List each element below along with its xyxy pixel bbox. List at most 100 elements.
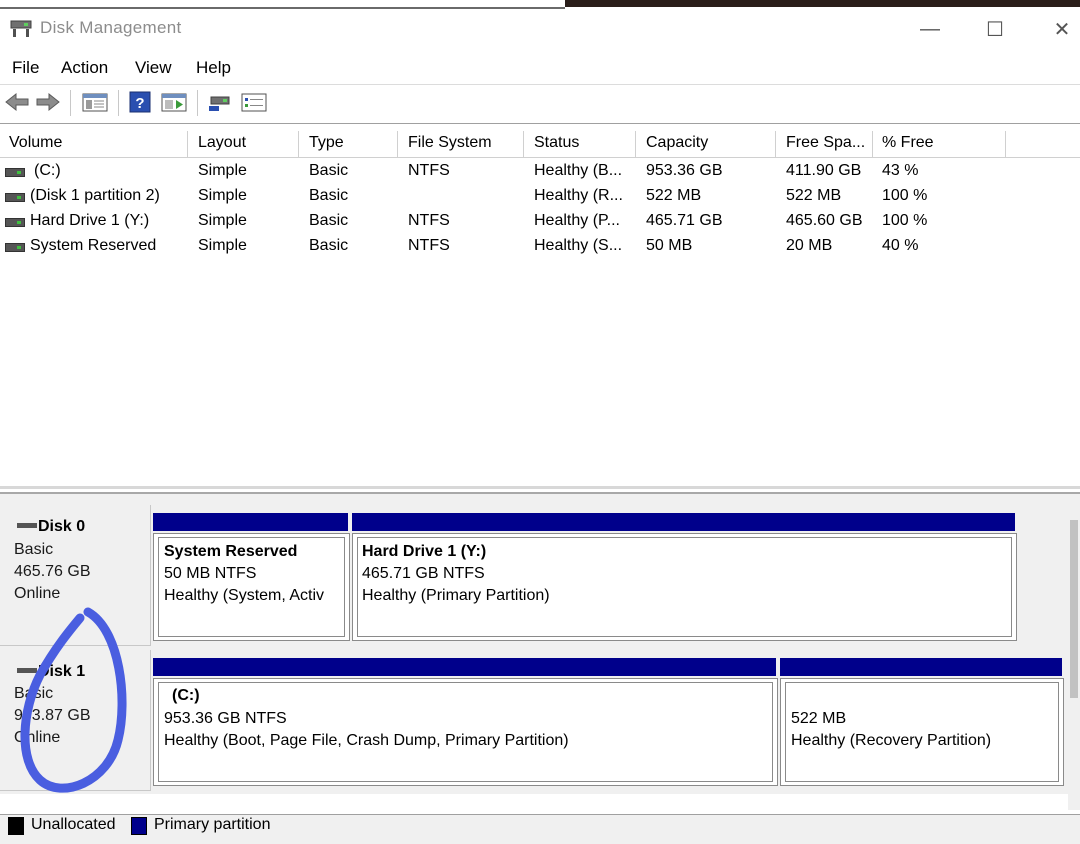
title-bar-top-border bbox=[0, 7, 565, 9]
legend-label-unallocated: Unallocated bbox=[31, 816, 116, 833]
column-header-volume[interactable]: Volume bbox=[9, 134, 62, 152]
maximize-button[interactable]: ☐ bbox=[975, 14, 1015, 44]
legend-swatch-primary bbox=[131, 817, 147, 835]
cell-type: Basic bbox=[309, 212, 349, 229]
connect-disk-icon[interactable] bbox=[207, 91, 233, 113]
menu-file[interactable]: File bbox=[12, 58, 39, 78]
column-header-type[interactable]: Type bbox=[309, 134, 344, 152]
cell-file-system: NTFS bbox=[408, 162, 450, 179]
disk-management-app-icon bbox=[10, 20, 32, 37]
properties-pane-icon[interactable] bbox=[161, 91, 187, 113]
cell-volume: (C:) bbox=[34, 162, 61, 179]
partition-status: Healthy (Primary Partition) bbox=[362, 587, 550, 604]
drive-icon bbox=[5, 243, 25, 252]
legend-swatch-unallocated bbox=[8, 817, 24, 835]
help-icon[interactable]: ? bbox=[129, 91, 151, 113]
cell-capacity: 50 MB bbox=[646, 237, 693, 254]
cell-percent-free: 100 % bbox=[882, 187, 928, 204]
partition-size: 953.36 GB NTFS bbox=[164, 710, 287, 727]
column-header-percent-free[interactable]: % Free bbox=[882, 134, 934, 152]
column-header-capacity[interactable]: Capacity bbox=[646, 134, 708, 152]
partition-status: Healthy (System, Activ bbox=[164, 587, 325, 604]
cell-volume: System Reserved bbox=[30, 237, 157, 254]
cell-type: Basic bbox=[309, 162, 349, 179]
cell-volume: (Disk 1 partition 2) bbox=[30, 187, 160, 204]
cell-file-system: NTFS bbox=[408, 212, 450, 229]
disk-state: Online bbox=[14, 585, 61, 602]
disk-state: Online bbox=[14, 729, 61, 746]
cell-status: Healthy (B... bbox=[534, 162, 623, 179]
cell-file-system: NTFS bbox=[408, 237, 450, 254]
cell-free-space: 522 MB bbox=[786, 187, 842, 204]
disk-icon bbox=[17, 668, 37, 673]
toolbar-separator bbox=[70, 90, 71, 116]
disk-type: Basic bbox=[14, 541, 54, 558]
window-title: Disk Management bbox=[40, 18, 182, 37]
close-icon: ✕ bbox=[1053, 18, 1071, 41]
forward-arrow-icon[interactable] bbox=[35, 91, 61, 113]
cell-percent-free: 43 % bbox=[882, 162, 919, 179]
menu-view[interactable]: View bbox=[135, 58, 172, 78]
close-button[interactable]: ✕ bbox=[1042, 14, 1080, 44]
drive-icon bbox=[5, 218, 25, 227]
back-arrow-icon[interactable] bbox=[4, 91, 30, 113]
cell-free-space: 465.60 GB bbox=[786, 212, 863, 229]
cell-free-space: 411.90 GB bbox=[786, 162, 862, 179]
column-divider[interactable] bbox=[872, 131, 873, 157]
primary-partition-bar bbox=[153, 658, 776, 676]
disk-name: Disk 0 bbox=[38, 518, 86, 535]
cell-layout: Simple bbox=[198, 162, 247, 179]
partition-size: 50 MB NTFS bbox=[164, 565, 257, 582]
column-divider[interactable] bbox=[1005, 131, 1006, 157]
menu-help[interactable]: Help bbox=[196, 58, 231, 78]
toolbar-separator bbox=[118, 90, 119, 116]
cell-layout: Simple bbox=[198, 237, 247, 254]
disk-icon bbox=[17, 523, 37, 528]
disk-size: 953.87 GB bbox=[14, 707, 91, 724]
drive-icon bbox=[5, 193, 25, 202]
column-divider[interactable] bbox=[397, 131, 398, 157]
disk-size: 465.76 GB bbox=[14, 563, 91, 580]
cell-status: Healthy (P... bbox=[534, 212, 620, 229]
toolbar-bottom-border bbox=[0, 123, 1080, 124]
partition-status: Healthy (Boot, Page File, Crash Dump, Pr… bbox=[164, 732, 569, 749]
svg-text:?: ? bbox=[135, 95, 144, 112]
minimize-icon: — bbox=[920, 17, 940, 40]
legend-label-primary: Primary partition bbox=[154, 816, 271, 833]
background-window-strip bbox=[565, 0, 1080, 7]
column-header-free-space[interactable]: Free Spa... bbox=[786, 134, 865, 152]
primary-partition-bar bbox=[352, 513, 1015, 531]
minimize-button[interactable]: — bbox=[910, 14, 950, 44]
partition-title: Hard Drive 1 (Y:) bbox=[362, 543, 487, 560]
cell-type: Basic bbox=[309, 237, 349, 254]
cell-free-space: 20 MB bbox=[786, 237, 833, 254]
column-divider[interactable] bbox=[523, 131, 524, 157]
cell-type: Basic bbox=[309, 187, 349, 204]
menu-action[interactable]: Action bbox=[61, 58, 108, 78]
column-header-file-system[interactable]: File System bbox=[408, 134, 492, 152]
column-divider[interactable] bbox=[298, 131, 299, 157]
cell-status: Healthy (R... bbox=[534, 187, 623, 204]
partition-title: (C:) bbox=[172, 687, 200, 704]
column-divider[interactable] bbox=[187, 131, 188, 157]
partition-size: 465.71 GB NTFS bbox=[362, 565, 485, 582]
partition-size: 522 MB bbox=[791, 710, 847, 727]
disk-name: Disk 1 bbox=[38, 663, 86, 680]
disk-type: Basic bbox=[14, 685, 54, 702]
partition-title: System Reserved bbox=[164, 543, 298, 560]
cell-percent-free: 100 % bbox=[882, 212, 928, 229]
cell-capacity: 953.36 GB bbox=[646, 162, 723, 179]
pane-splitter[interactable] bbox=[0, 486, 1080, 489]
column-header-layout[interactable]: Layout bbox=[198, 134, 246, 152]
menu-separator bbox=[0, 84, 1080, 85]
show-hide-console-tree-icon[interactable] bbox=[82, 91, 108, 113]
settings-list-icon[interactable] bbox=[241, 91, 267, 113]
column-divider[interactable] bbox=[775, 131, 776, 157]
drive-icon bbox=[5, 168, 25, 177]
cell-layout: Simple bbox=[198, 187, 247, 204]
scrollbar-thumb[interactable] bbox=[1070, 520, 1078, 698]
cell-volume: Hard Drive 1 (Y:) bbox=[30, 212, 150, 229]
column-header-status[interactable]: Status bbox=[534, 134, 579, 152]
primary-partition-bar bbox=[153, 513, 348, 531]
column-divider[interactable] bbox=[635, 131, 636, 157]
